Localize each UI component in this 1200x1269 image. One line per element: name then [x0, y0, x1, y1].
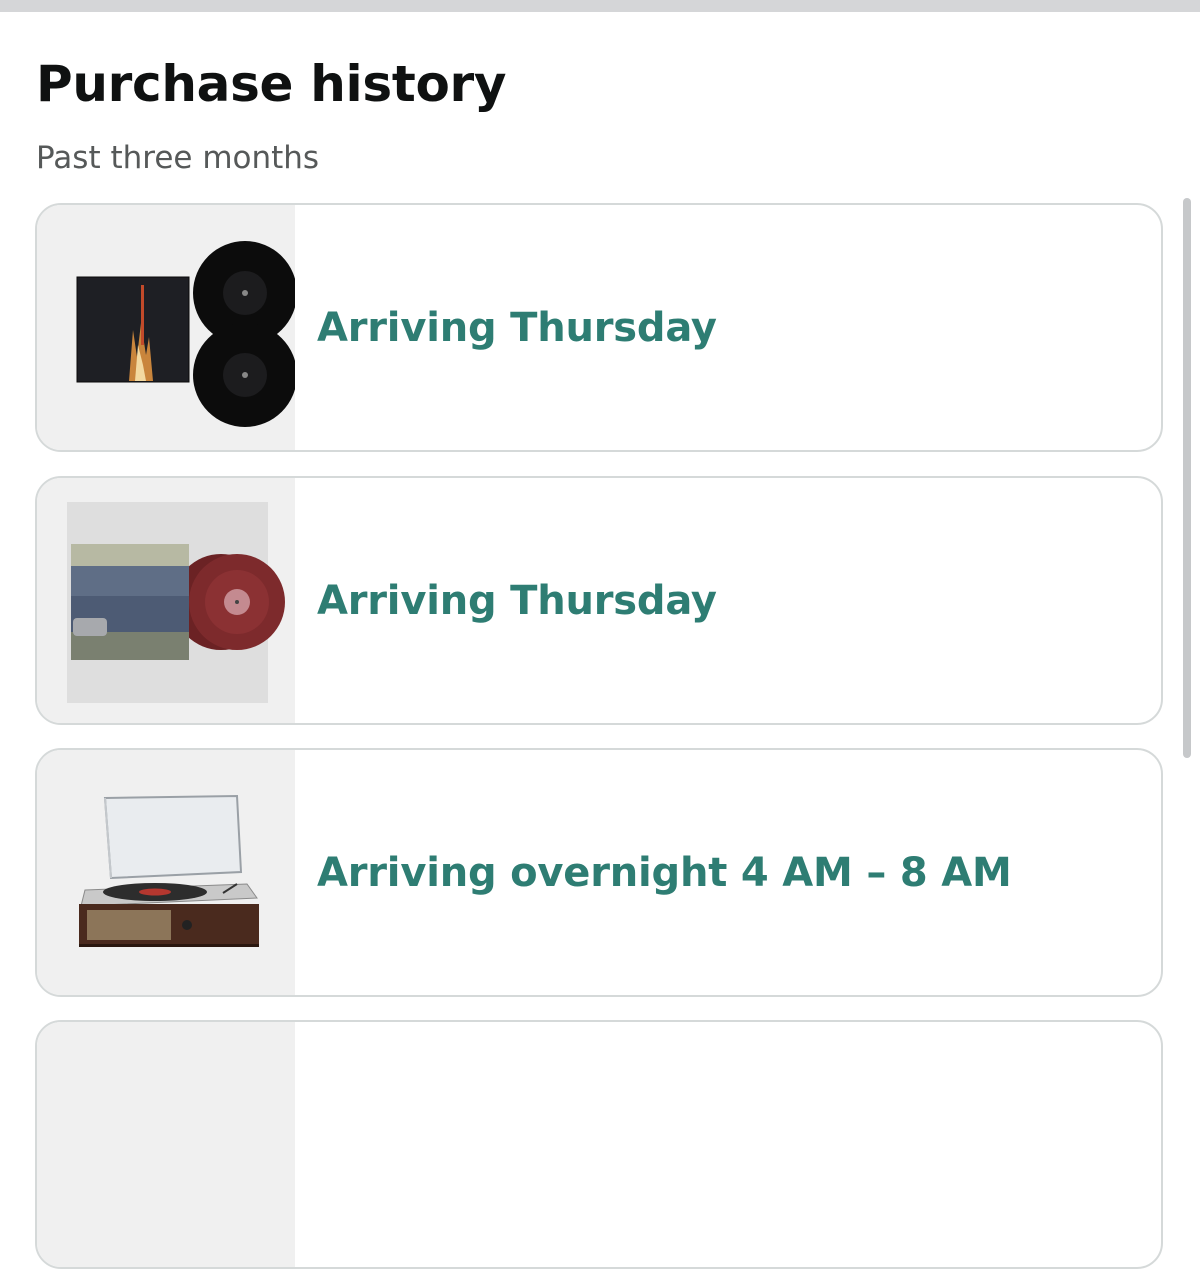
product-image [37, 750, 295, 995]
order-card[interactable] [35, 1020, 1163, 1269]
vinyl-album-red-marbled-lp-icon [37, 478, 295, 723]
delivery-status: Arriving Thursday [317, 304, 717, 351]
page-title: Purchase history [36, 55, 507, 113]
product-image [37, 205, 295, 450]
scrollbar[interactable] [1183, 198, 1191, 758]
order-card[interactable]: Arriving Thursday [35, 203, 1163, 452]
product-image [37, 478, 295, 723]
product-image [37, 1022, 295, 1267]
page-subtitle: Past three months [36, 140, 320, 176]
order-card[interactable]: Arriving overnight 4 AM – 8 AM [35, 748, 1163, 997]
vinyl-album-black-double-lp-icon [37, 205, 295, 450]
delivery-status: Arriving Thursday [317, 577, 717, 624]
delivery-status: Arriving overnight 4 AM – 8 AM [317, 849, 1012, 896]
record-player-turntable-icon [37, 750, 295, 995]
order-card[interactable]: Arriving Thursday [35, 476, 1163, 725]
top-divider [0, 0, 1200, 12]
